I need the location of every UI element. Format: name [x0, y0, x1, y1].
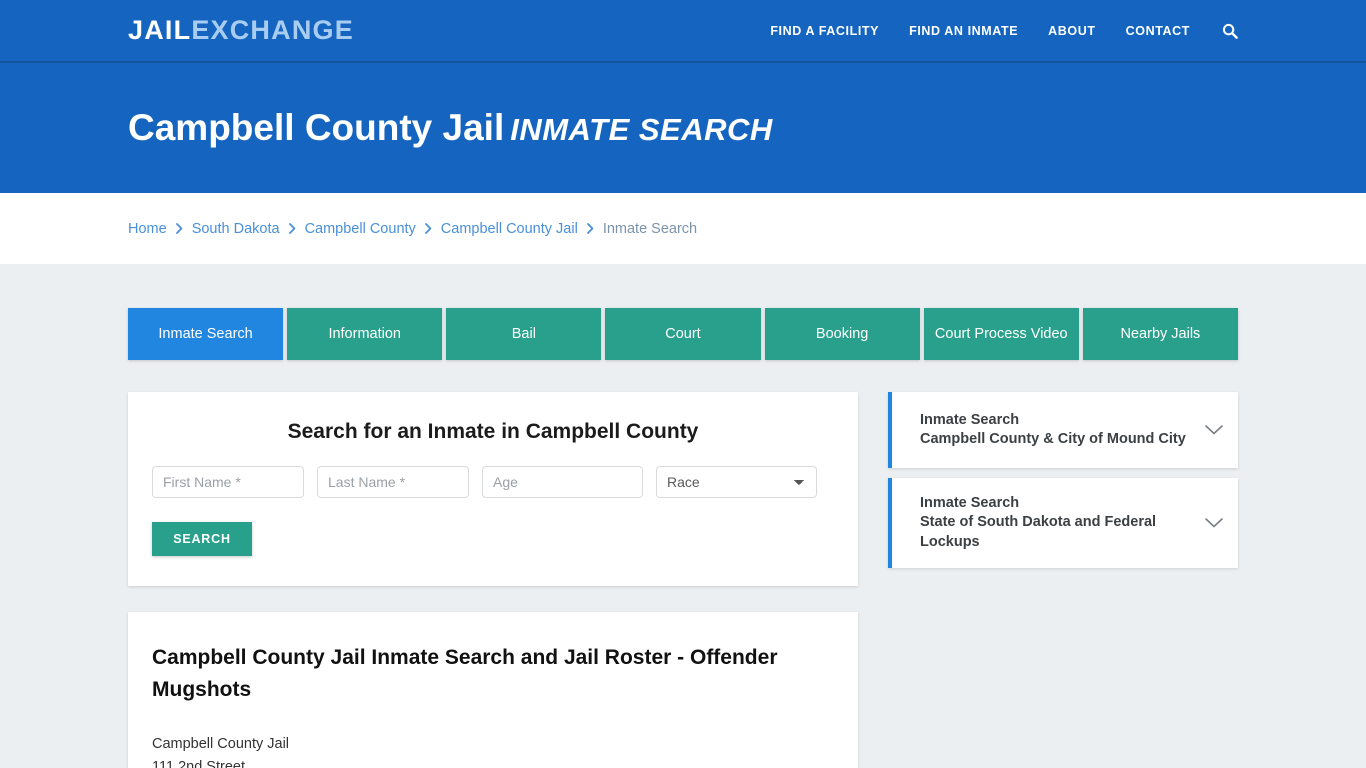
tab-nearby-jails[interactable]: Nearby Jails	[1082, 308, 1238, 360]
article-facility-name: Campbell County Jail	[152, 736, 290, 752]
inmate-search-form: Race	[152, 466, 834, 498]
tab-information[interactable]: Information	[287, 308, 443, 360]
logo-text-primary: JAIL	[128, 15, 192, 45]
tab-court[interactable]: Court	[605, 308, 761, 360]
age-input[interactable]	[482, 466, 643, 498]
chevron-down-icon	[1204, 517, 1224, 529]
tab-bail[interactable]: Bail	[446, 308, 602, 360]
search-card-heading: Search for an Inmate in Campbell County	[287, 420, 699, 443]
chevron-right-icon	[424, 223, 432, 234]
breadcrumb-item-inmate-search: Inmate Search	[602, 220, 698, 237]
nav-item-about[interactable]: ABOUT	[1048, 24, 1095, 38]
accordion-subtitle: Campbell County & City of Mound City	[920, 431, 1186, 447]
chevron-down-icon	[1204, 424, 1224, 436]
nav-item-find-an-inmate[interactable]: FIND AN INMATE	[909, 24, 1018, 38]
inmate-search-card: Search for an Inmate in Campbell County …	[128, 392, 858, 586]
accordion-inmate-search-county[interactable]: Inmate Search Campbell County & City of …	[888, 392, 1238, 468]
article-heading: Campbell County Jail Inmate Search and J…	[152, 646, 778, 701]
breadcrumb-item-campbell-county-jail[interactable]: Campbell County Jail	[441, 221, 578, 237]
page-title: Campbell County Jail INMATE SEARCH	[128, 106, 773, 149]
chevron-right-icon	[288, 223, 296, 234]
tab-booking[interactable]: Booking	[764, 308, 920, 360]
first-name-input[interactable]	[152, 466, 304, 498]
accordion-title: Inmate Search	[920, 495, 1020, 511]
hero-banner: Campbell County Jail INMATE SEARCH	[0, 63, 1366, 193]
article-facility-address: 111 2nd Street	[152, 759, 245, 768]
search-icon[interactable]	[1222, 23, 1238, 39]
accordion-label: Inmate Search State of South Dakota and …	[920, 494, 1196, 552]
last-name-input[interactable]	[317, 466, 469, 498]
article-card: Campbell County Jail Inmate Search and J…	[128, 612, 858, 768]
section-tabs: Inmate Search Information Bail Court Boo…	[128, 308, 1238, 360]
nav-item-contact[interactable]: CONTACT	[1126, 24, 1190, 38]
breadcrumb-item-home[interactable]: Home	[128, 221, 167, 237]
page-title-sub: INMATE SEARCH	[510, 111, 773, 147]
breadcrumb-bar: Home South Dakota Campbell County Campbe…	[0, 193, 1366, 264]
accordion-label: Inmate Search Campbell County & City of …	[920, 411, 1196, 450]
logo-text-secondary: EXCHANGE	[191, 15, 354, 45]
site-header: JAILEXCHANGE FIND A FACILITY FIND AN INM…	[0, 0, 1366, 63]
tab-inmate-search[interactable]: Inmate Search	[128, 308, 284, 360]
accordion-inmate-search-state[interactable]: Inmate Search State of South Dakota and …	[888, 478, 1238, 568]
breadcrumb: Home South Dakota Campbell County Campbe…	[128, 221, 697, 237]
page-body: Inmate Search Information Bail Court Boo…	[0, 264, 1366, 768]
breadcrumb-item-south-dakota[interactable]: South Dakota	[192, 221, 280, 237]
chevron-right-icon	[175, 223, 183, 234]
search-button[interactable]: SEARCH	[152, 522, 252, 556]
site-logo[interactable]: JAILEXCHANGE	[128, 17, 354, 44]
breadcrumb-item-campbell-county[interactable]: Campbell County	[305, 221, 416, 237]
tab-court-process-video[interactable]: Court Process Video	[923, 308, 1079, 360]
chevron-right-icon	[586, 223, 594, 234]
nav-item-find-a-facility[interactable]: FIND A FACILITY	[770, 24, 879, 38]
accordion-title: Inmate Search	[920, 411, 1020, 428]
main-navigation: FIND A FACILITY FIND AN INMATE ABOUT CON…	[770, 23, 1238, 39]
accordion-subtitle: State of South Dakota and Federal Lockup…	[920, 514, 1157, 550]
main-column: Search for an Inmate in Campbell County …	[128, 392, 858, 768]
sidebar: Inmate Search Campbell County & City of …	[888, 392, 1238, 578]
race-select[interactable]: Race	[656, 466, 817, 498]
page-title-main: Campbell County Jail	[128, 106, 505, 148]
